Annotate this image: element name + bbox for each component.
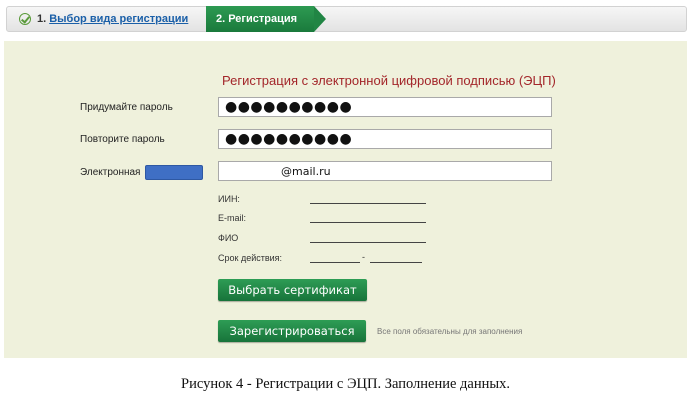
step-2-active: 2. Регистрация (206, 6, 326, 32)
redacted-label-part (145, 165, 204, 180)
step-progress-bar: 1. Выбор вида регистрации 2. Регистрация (6, 6, 687, 32)
registration-form-panel: Регистрация с электронной цифровой подпи… (4, 41, 687, 358)
cert-email-label: E-mail: (218, 213, 247, 223)
cert-email-value-line (310, 222, 426, 223)
email-label-row: Электронная (80, 165, 204, 180)
iin-value-line (310, 203, 426, 204)
validity-from-line (310, 262, 360, 263)
required-fields-hint: Все поля обязательны для заполнения (377, 327, 523, 336)
password-input[interactable]: ●●●●●●●●●● (218, 97, 552, 117)
figure-caption: Рисунок 4 - Регистрации с ЭЦП. Заполнени… (181, 376, 510, 392)
repeat-password-label: Повторите пароль (80, 134, 165, 145)
email-label: Электронная (80, 167, 141, 178)
choose-certificate-button[interactable]: Выбрать сертификат (218, 279, 367, 301)
step-1-number: 1. (37, 13, 47, 25)
repeat-password-input[interactable]: ●●●●●●●●●● (218, 129, 552, 149)
checkmark-circle-icon (19, 13, 31, 25)
step-1: 1. Выбор вида регистрации (19, 11, 188, 27)
fio-label: ФИО (218, 233, 239, 243)
iin-label: ИИН: (218, 194, 240, 204)
validity-separator: - (362, 252, 365, 262)
step-1-link[interactable]: Выбор вида регистрации (49, 13, 188, 25)
register-button[interactable]: Зарегистрироваться (218, 320, 366, 342)
password-label: Придумайте пароль (80, 102, 173, 113)
email-input[interactable]: @mail.ru (218, 161, 552, 181)
form-title: Регистрация с электронной цифровой подпи… (222, 73, 556, 88)
validity-to-line (370, 262, 422, 263)
fio-value-line (310, 242, 426, 243)
validity-label: Срок действия: (218, 253, 283, 263)
